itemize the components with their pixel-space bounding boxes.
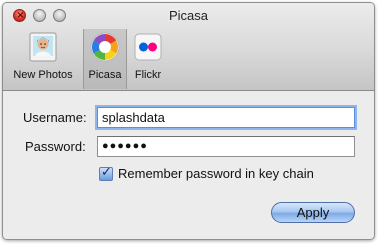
toolbar-item-label: Flickr — [134, 69, 162, 81]
toolbar-item-flickr[interactable]: Flickr — [129, 29, 167, 89]
apply-button[interactable]: Apply — [271, 202, 355, 223]
window-title: Picasa — [168, 8, 209, 23]
titlebar: × Picasa New Photos Picasa Flickr — [3, 3, 374, 91]
toolbar-item-picasa[interactable]: Picasa — [83, 29, 127, 89]
toolbar-item-label: Picasa — [88, 69, 122, 81]
new-photos-icon — [29, 32, 57, 62]
username-field[interactable]: splashdata — [97, 107, 355, 128]
flickr-icon — [134, 33, 162, 61]
password-field[interactable]: ●●●●●● — [97, 136, 355, 157]
account-settings-panel: Username: splashdata Password: ●●●●●● ✓ … — [3, 91, 374, 239]
picasa-icon — [90, 32, 120, 62]
toolbar-item-label: New Photos — [13, 69, 73, 81]
remember-password-checkbox[interactable]: ✓ — [99, 165, 113, 181]
checkmark-icon: ✓ — [101, 165, 112, 180]
toolbar-item-new-photos[interactable]: New Photos — [7, 29, 79, 89]
remember-password-label[interactable]: Remember password in key chain — [118, 166, 314, 181]
picasa-window: × Picasa New Photos Picasa Flickr Userna… — [2, 2, 375, 240]
password-label: Password: — [25, 139, 86, 154]
username-label: Username: — [23, 110, 87, 125]
